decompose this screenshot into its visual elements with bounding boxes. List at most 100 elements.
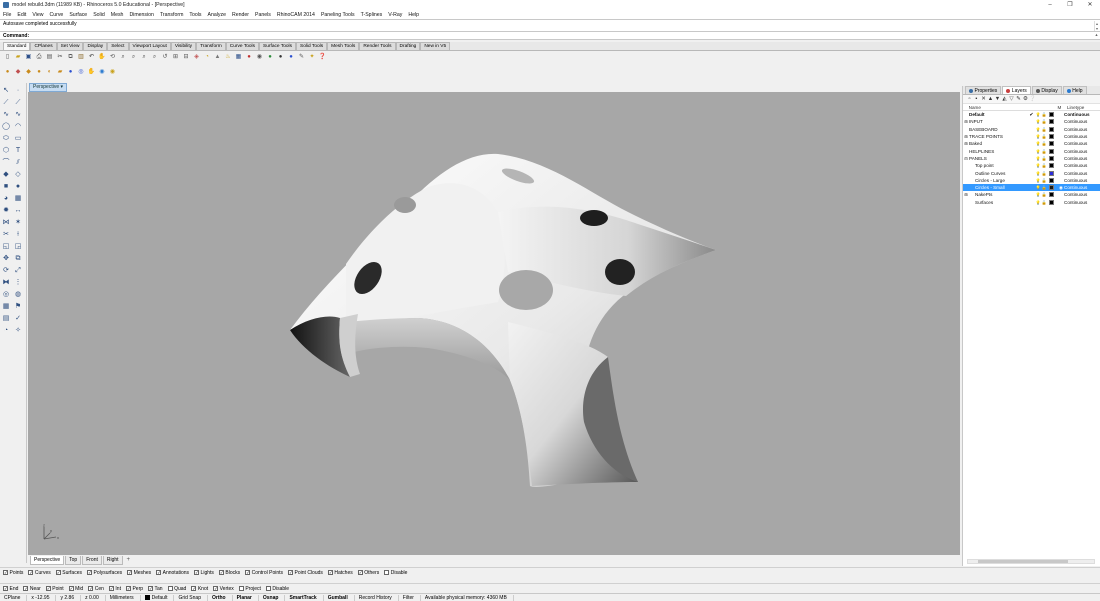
settings-icon[interactable]: ✧ xyxy=(13,326,23,336)
osnap-end[interactable]: ✓ End xyxy=(3,586,18,592)
column-material[interactable]: M xyxy=(1057,105,1066,110)
layer-row[interactable]: ⊟ PANELS 💡 🔓 Continuous xyxy=(963,155,1100,162)
layer-linetype[interactable]: Continuous xyxy=(1064,127,1099,132)
menu-edit[interactable]: Edit xyxy=(17,12,26,18)
record-history-toggle[interactable]: Record History xyxy=(355,594,399,601)
lock-icon[interactable]: 🔓 xyxy=(1041,185,1047,190)
move-icon[interactable]: ✥ xyxy=(1,254,11,264)
menu-vray[interactable]: V-Ray xyxy=(388,12,402,18)
menu-solid[interactable]: Solid xyxy=(93,12,105,18)
material-icon[interactable]: ● xyxy=(266,53,275,62)
layer-linetype[interactable]: Continuous xyxy=(1064,149,1099,154)
join-icon[interactable]: ⋈ xyxy=(1,218,11,228)
tab-perspective[interactable]: Perspective xyxy=(30,555,65,565)
checkbox-icon[interactable]: ✓ xyxy=(45,586,51,591)
layer-row[interactable]: ⊞ TRACE POINTS 💡 🔓 Continuous xyxy=(963,133,1100,140)
layer-color-swatch[interactable] xyxy=(1049,119,1054,125)
add-viewport-tab-button[interactable]: + xyxy=(124,557,134,563)
filter-points[interactable]: ✓ Points xyxy=(3,570,23,576)
trim-icon[interactable]: ✂ xyxy=(1,230,11,240)
plugin-tool-icon-7[interactable]: ● xyxy=(66,68,75,77)
layer-linetype[interactable]: Continuous xyxy=(1064,178,1099,183)
checkbox-icon[interactable] xyxy=(238,586,244,591)
zoom-window-icon[interactable]: ⌕ xyxy=(129,53,138,62)
perspective-viewport[interactable]: x y z xyxy=(28,92,960,555)
lock-icon[interactable]: 🔓 xyxy=(1041,119,1047,124)
select-all-icon[interactable]: ◈ xyxy=(192,53,201,62)
cplane-icon[interactable]: ⊟ xyxy=(182,53,191,62)
osnap-cen[interactable]: ✓ Cen xyxy=(88,586,104,592)
dimension-icon[interactable]: ↔ xyxy=(13,206,23,216)
layer-row[interactable]: Surfaces 💡 🔓 Continuous xyxy=(963,199,1100,206)
zoom-extents-icon[interactable]: ⌕ xyxy=(140,53,149,62)
lock-icon[interactable]: 🔓 xyxy=(1041,112,1047,117)
checkbox-icon[interactable]: ✓ xyxy=(3,570,8,575)
move-parent-icon[interactable]: ◭ xyxy=(1001,96,1008,102)
copy-icon[interactable]: ⧉ xyxy=(66,53,75,62)
line-icon[interactable]: ⟋ xyxy=(1,98,11,108)
menu-analyze[interactable]: Analyze xyxy=(208,12,226,18)
menu-paneling-tools[interactable]: Paneling Tools xyxy=(321,12,355,18)
checkbox-icon[interactable]: ✓ xyxy=(68,586,74,591)
osnap-near[interactable]: ✓ Near xyxy=(23,586,41,592)
layer-linetype[interactable]: Continuous xyxy=(1064,119,1099,124)
osnap-point[interactable]: ✓ Point xyxy=(45,586,64,592)
current-layer[interactable]: Default xyxy=(141,594,175,601)
plugin-tool-icon-10[interactable]: ◉ xyxy=(98,68,107,77)
zoom-selected-icon[interactable]: ⌕ xyxy=(150,53,159,62)
paste-icon[interactable]: ▥ xyxy=(77,53,86,62)
move-down-icon[interactable]: ▼ xyxy=(994,96,1001,102)
menu-panels[interactable]: Panels xyxy=(255,12,271,18)
analyze-icon[interactable]: ◎ xyxy=(1,290,11,300)
layer-icon[interactable]: ▦ xyxy=(234,53,243,62)
tab-layers[interactable]: Layers xyxy=(1002,86,1031,94)
gumball-toggle[interactable]: Gumball xyxy=(324,594,355,601)
menu-transform[interactable]: Transform xyxy=(160,12,183,18)
lock-icon[interactable]: 🔓 xyxy=(1041,178,1047,183)
filter-disable[interactable]: Disable xyxy=(384,570,407,576)
tab-drafting[interactable]: Drafting xyxy=(395,42,421,50)
osnap-project[interactable]: Project xyxy=(238,586,261,592)
layer-row[interactable]: Circles - Small 💡 🔓 ◉ Continuous xyxy=(963,183,1100,192)
rotate-icon[interactable]: ⟳ xyxy=(1,266,11,276)
filter-others[interactable]: ✓ Others xyxy=(357,570,379,576)
zoom-dynamic-icon[interactable]: ⌕ xyxy=(119,53,128,62)
layer-linetype[interactable]: Continuous xyxy=(1064,192,1099,197)
tab-set-view[interactable]: Set View xyxy=(56,42,84,50)
lock-icon[interactable]: 🔓 xyxy=(1041,192,1047,197)
plugin-tool-icon-3[interactable]: ◆ xyxy=(24,68,33,77)
filter-annotations[interactable]: ✓ Annotations xyxy=(156,570,189,576)
layer-settings-icon[interactable]: ⚙ xyxy=(1022,96,1029,102)
layer-tool-icon[interactable]: ▤ xyxy=(1,314,11,324)
tab-solid-tools[interactable]: Solid Tools xyxy=(296,42,328,50)
checkbox-icon[interactable]: ✓ xyxy=(3,586,8,591)
checkbox-icon[interactable]: ✓ xyxy=(191,586,197,591)
plugin-tool-icon-5[interactable]: ◐ xyxy=(45,68,54,77)
box-icon[interactable]: ■ xyxy=(1,182,11,192)
osnap-mid[interactable]: ✓ Mid xyxy=(68,586,83,592)
close-button[interactable]: ✕ xyxy=(1080,0,1100,10)
move-up-icon[interactable]: ▲ xyxy=(987,96,994,102)
menu-view[interactable]: View xyxy=(32,12,43,18)
checkbox-icon[interactable]: ✓ xyxy=(108,586,114,591)
layer-linetype[interactable]: Continuous xyxy=(1064,156,1099,161)
lock-icon[interactable]: ▲ xyxy=(213,53,222,62)
plugin-tool-icon-4[interactable]: ● xyxy=(35,68,44,77)
interp-curve-icon[interactable]: ∿ xyxy=(13,110,23,120)
text-icon[interactable]: T xyxy=(13,146,23,156)
curve-icon[interactable]: ∿ xyxy=(1,110,11,120)
layer-tools-icon[interactable]: ✎ xyxy=(1015,96,1022,102)
layer-linetype[interactable]: Continuous xyxy=(1064,200,1099,205)
layer-color-swatch[interactable] xyxy=(1049,192,1054,198)
lock-icon[interactable]: 🔓 xyxy=(1041,171,1047,176)
shaded-icon[interactable]: ● xyxy=(276,53,285,62)
lock-icon[interactable]: 🔓 xyxy=(1041,127,1047,132)
ortho-toggle[interactable]: Ortho xyxy=(208,594,233,601)
circle-icon[interactable]: ◯ xyxy=(1,122,11,132)
plugin-tool-icon-11[interactable]: ◉ xyxy=(108,68,117,77)
layer-row[interactable]: BASEBOARD 💡 🔓 Continuous xyxy=(963,126,1100,133)
osnap-perp[interactable]: ✓ Perp xyxy=(125,586,143,592)
checkbox-icon[interactable]: ✓ xyxy=(127,570,133,575)
osnap-disable[interactable]: Disable xyxy=(265,586,289,592)
arc-icon[interactable]: ◠ xyxy=(13,122,23,132)
